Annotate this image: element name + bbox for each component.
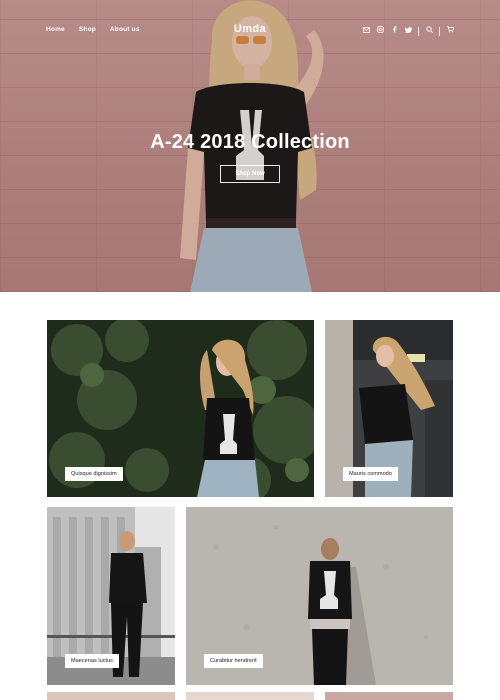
product-card[interactable]: Mauris commodo xyxy=(325,320,453,497)
search-icon[interactable] xyxy=(425,26,433,36)
shop-now-button[interactable]: Shop Now xyxy=(220,165,280,183)
product-card-peek xyxy=(325,692,453,700)
top-navigation: Home Shop About us Umda xyxy=(0,0,500,62)
product-card-peek xyxy=(186,692,314,700)
nav-divider xyxy=(418,26,419,36)
product-card-peek xyxy=(47,692,175,700)
nav-icons xyxy=(362,26,454,36)
product-label[interactable]: Curabitur hendrerit xyxy=(204,654,263,668)
hero-title: A-24 2018 Collection xyxy=(150,131,350,153)
cart-icon[interactable] xyxy=(446,26,454,36)
product-label[interactable]: Maecenas luctus xyxy=(65,654,119,668)
product-label[interactable]: Quisque dignissim xyxy=(65,467,123,481)
nav-divider xyxy=(439,26,440,36)
hero-banner: Home Shop About us Umda A-24 2018 Collec… xyxy=(0,0,500,292)
product-card[interactable]: Quisque dignissim xyxy=(47,320,314,497)
product-label[interactable]: Mauris commodo xyxy=(343,467,398,481)
twitter-icon[interactable] xyxy=(404,26,412,36)
instagram-icon[interactable] xyxy=(376,26,384,36)
mail-icon[interactable] xyxy=(362,26,370,36)
facebook-icon[interactable] xyxy=(390,26,398,36)
product-card[interactable]: Curabitur hendrerit xyxy=(186,507,453,685)
product-card[interactable]: Maecenas luctus xyxy=(47,507,175,685)
